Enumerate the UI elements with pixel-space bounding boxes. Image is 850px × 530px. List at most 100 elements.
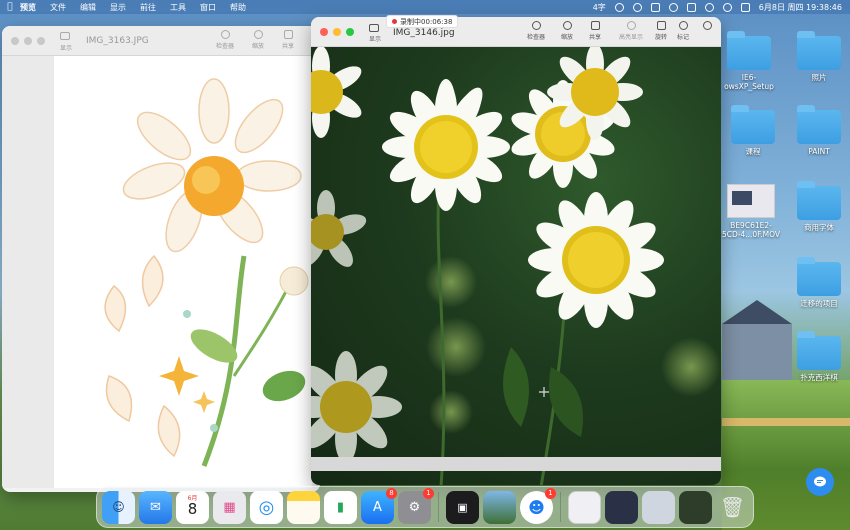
search-icon	[702, 21, 712, 30]
rotate-button[interactable]: 旋转	[655, 21, 667, 41]
app-store-icon: A	[373, 499, 382, 515]
desktop-item-label: IE6- owsXP_Setup	[724, 73, 774, 91]
chat-bubble-button[interactable]	[806, 468, 834, 496]
view-menu-label[interactable]: 显示	[60, 43, 72, 52]
dock-system-settings[interactable]: ⚙ 1	[398, 487, 434, 524]
zoom-button[interactable]	[37, 36, 45, 45]
desktop-item[interactable]: PAINT	[788, 105, 850, 156]
share-button[interactable]: 共享	[589, 21, 601, 41]
markup-icon	[678, 21, 688, 30]
dock-safari[interactable]: ◎	[250, 490, 283, 524]
face-app-icon: ☻	[528, 497, 545, 517]
close-button[interactable]	[320, 27, 328, 36]
recording-indicator[interactable]: 录制中00:06:38	[386, 15, 459, 28]
sidebar-toggle-icon[interactable]	[60, 32, 70, 40]
desktop-item[interactable]: 扑克西洋棋	[788, 331, 850, 382]
screen-recorder-icon: ▣	[457, 500, 468, 514]
microphone-icon[interactable]	[632, 2, 642, 12]
control-center-icon[interactable]	[740, 2, 750, 12]
folder-icon	[797, 181, 841, 220]
search-button[interactable]: 搜索	[701, 21, 713, 41]
view-menu-label[interactable]: 显示	[369, 34, 381, 43]
desktop-item[interactable]: 照片	[788, 31, 850, 82]
menu-tools[interactable]: 工具	[170, 2, 186, 13]
window-titlebar[interactable]: 显示 IMG_3146.jpg 检查器 缩放 共享 高亮显示 旋转 标记 搜索	[311, 17, 721, 47]
minimize-button[interactable]	[333, 27, 341, 36]
dock-recent-window-2[interactable]	[605, 490, 638, 524]
dock-mail[interactable]: ✉	[139, 490, 172, 524]
info-icon	[220, 30, 230, 39]
menu-file[interactable]: 文件	[50, 2, 66, 13]
share-button[interactable]: 共享	[282, 30, 294, 50]
desktop-item[interactable]: 课程	[722, 105, 784, 156]
menu-edit[interactable]: 编辑	[80, 2, 96, 13]
record-status-icon[interactable]	[614, 2, 624, 12]
desktop-item-label: BE9C61E2- 5CD-4...0F.MOV	[721, 221, 781, 239]
highlight-button[interactable]: 高亮显示	[619, 21, 643, 41]
menubar-clock[interactable]: 6月8日 周四 19:38:46	[759, 2, 842, 13]
dock-preview[interactable]	[483, 490, 516, 524]
menu-help[interactable]: 帮助	[230, 2, 246, 13]
screen-icon[interactable]	[650, 2, 660, 12]
preview-window-right[interactable]: 显示 IMG_3146.jpg 检查器 缩放 共享 高亮显示 旋转 标记 搜索	[311, 17, 721, 485]
input-method-text[interactable]: 4字	[593, 2, 606, 13]
menu-window[interactable]: 窗口	[200, 2, 216, 13]
menu-app-name[interactable]: 预览	[20, 2, 36, 13]
folder-icon	[727, 31, 771, 70]
inspector-button[interactable]: 检查器	[527, 21, 545, 41]
markup-button[interactable]: 标记	[677, 21, 689, 41]
image-canvas[interactable]	[54, 56, 312, 488]
desktop-item[interactable]: 迁移的项目	[788, 257, 850, 308]
zoom-tool-button[interactable]: 缩放	[561, 21, 573, 41]
zoom-tool-button[interactable]: 缩放	[252, 30, 264, 50]
window-titlebar[interactable]: 显示 IMG_3163.JPG 检查器 缩放 共享	[2, 26, 320, 56]
share-icon	[590, 21, 600, 30]
dock-notes[interactable]	[287, 490, 320, 524]
menu-go[interactable]: 前往	[140, 2, 156, 13]
dock-trash[interactable]: 🗑	[716, 491, 749, 524]
desktop-item-label: 课程	[745, 147, 761, 156]
dock-finder[interactable]: ☺	[102, 490, 135, 524]
dock-recent-window-3[interactable]	[642, 490, 675, 524]
window-controls	[320, 27, 354, 36]
zoom-button[interactable]	[346, 27, 354, 36]
desktop-item-label: 扑克西洋棋	[800, 373, 838, 382]
dock-recent-window-1[interactable]	[568, 490, 601, 524]
desktop-item-label: PAINT	[808, 147, 830, 156]
dock-launchpad[interactable]: ▦	[213, 490, 246, 524]
preview-window-left[interactable]: 显示 IMG_3163.JPG 检查器 缩放 共享	[2, 26, 320, 492]
trash-icon: 🗑	[719, 495, 746, 519]
desktop-item[interactable]: IE6- owsXP_Setup	[718, 31, 780, 91]
settings-badge: 1	[423, 487, 434, 499]
dock-calendar[interactable]: 6月 8	[176, 490, 209, 524]
dock-numbers[interactable]: ▮	[324, 490, 357, 524]
sidebar-toggle-icon[interactable]	[369, 24, 379, 32]
search-icon[interactable]	[722, 2, 732, 12]
desktop-wallpaper-path	[722, 418, 850, 426]
numbers-chart-icon: ▮	[336, 499, 345, 515]
dock-separator	[438, 492, 439, 522]
dock-app-blue[interactable]: ☻ 1	[520, 487, 556, 524]
notification-icon[interactable]	[668, 2, 678, 12]
daisy-photo[interactable]	[311, 47, 721, 485]
launchpad-icon: ▦	[223, 499, 236, 515]
dock-recent-window-4[interactable]	[679, 490, 712, 524]
close-button[interactable]	[11, 36, 19, 45]
desktop-item[interactable]: 商用字体	[788, 181, 850, 232]
apple-menu-icon[interactable]: 	[0, 2, 20, 12]
share-icon	[283, 30, 293, 39]
watercolor-daisy-image	[104, 78, 309, 467]
battery-icon[interactable]	[686, 2, 696, 12]
dock-separator	[560, 492, 561, 522]
rotate-icon	[656, 21, 666, 30]
dock-app-store[interactable]: A8	[361, 487, 397, 524]
dock-screen-recorder[interactable]: ▣	[446, 490, 479, 524]
menu-view[interactable]: 显示	[110, 2, 126, 13]
video-thumbnail-icon	[727, 184, 775, 218]
wifi-icon[interactable]	[704, 2, 714, 12]
window-title: IMG_3146.jpg	[393, 28, 455, 38]
desktop-item[interactable]: BE9C61E2- 5CD-4...0F.MOV	[720, 184, 782, 239]
desktop-wallpaper-house	[722, 300, 792, 380]
inspector-button[interactable]: 检查器	[216, 30, 234, 50]
minimize-button[interactable]	[24, 36, 32, 45]
